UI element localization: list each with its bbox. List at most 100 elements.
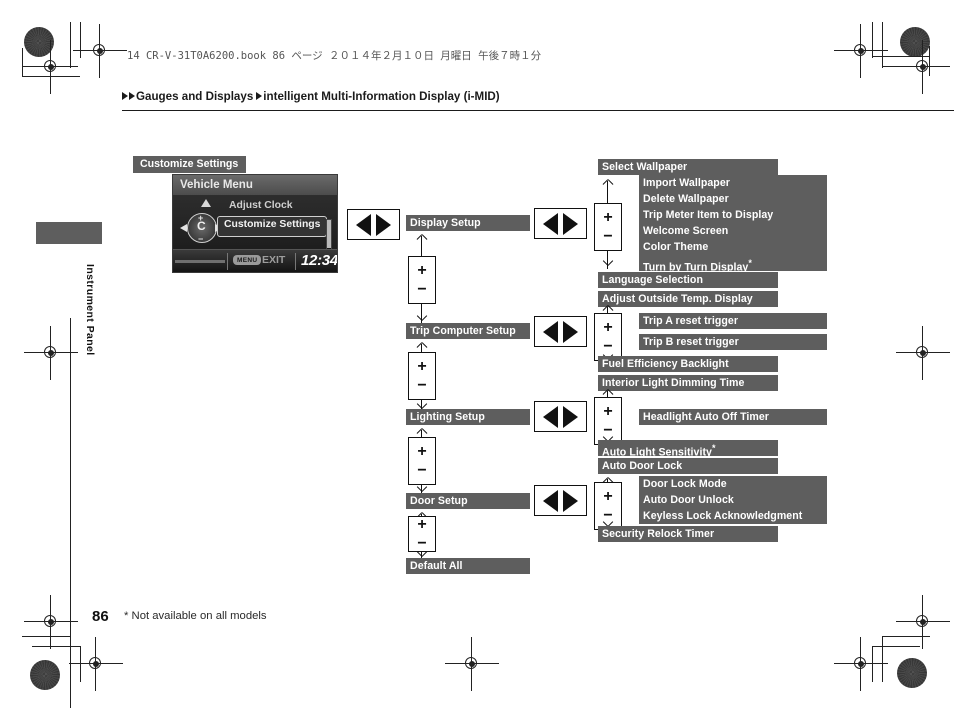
plus-label: + [417,442,427,460]
crop-mark-right-middle [896,326,950,380]
crop-line [882,636,930,637]
left-right-button-display-setup[interactable] [534,208,587,239]
crop-line [882,22,883,68]
crop-line [22,76,80,77]
menu-bar-display-setup[interactable]: Display Setup [406,215,530,231]
crop-mark-left-lower [24,595,78,649]
menu-button-icon: MENU [233,255,262,265]
side-rule [70,318,71,708]
crop-line [22,48,23,76]
crop-line [70,22,71,68]
left-right-button-mid[interactable] [347,209,400,240]
left-right-button-door-setup[interactable] [534,485,587,516]
menu-bar-auto-light-sensitivity[interactable]: Auto Light Sensitivity* [598,440,778,459]
crop-mark-top-right [834,24,888,78]
triangle-right-icon [563,320,578,343]
menu-bar-welcome-screen[interactable]: Welcome Screen [639,223,827,239]
mid-item-customize-settings: Customize Settings [217,216,327,237]
plus-minus-rocker-display[interactable]: + − [408,256,436,304]
menu-bar-trip-meter-item-to-display[interactable]: Trip Meter Item to Display [639,207,827,223]
plus-label: + [417,261,427,279]
crop-mark-bottom-center [445,637,499,691]
mid-footer-accent [175,260,225,263]
crop-line [882,636,883,682]
plus-minus-rocker-lighting[interactable]: + − [408,437,436,485]
crop-line [80,646,81,682]
breadcrumb-segment-1: Gauges and Displays [136,90,254,103]
mid-item-adjust-clock: Adjust Clock [229,200,293,211]
plus-label: + [603,208,613,226]
left-right-button-trip-computer-setup[interactable] [534,316,587,347]
triangle-left-icon [543,212,558,235]
crop-line [872,646,873,682]
menu-bar-security-relock-timer[interactable]: Security Relock Timer [598,526,778,542]
menu-bar-color-theme[interactable]: Color Theme [639,239,827,255]
menu-bar-trip-computer-setup[interactable]: Trip Computer Setup [406,323,530,339]
menu-bar-adjust-outside-temp-display[interactable]: Adjust Outside Temp. Display [598,291,778,307]
crop-mark-right-lower [896,595,950,649]
footnote-star: * [711,443,716,453]
menu-bar-select-wallpaper[interactable]: Select Wallpaper [598,159,778,175]
minus-label: − [603,227,613,245]
breadcrumb-arrow-icon [256,91,263,100]
menu-bar-headlight-auto-off-timer[interactable]: Headlight Auto Off Timer [639,409,827,425]
plus-minus-rocker-door[interactable]: + − [408,516,436,552]
menu-bar-trip-b-reset-trigger[interactable]: Trip B reset trigger [639,334,827,350]
menu-bar-delete-wallpaper[interactable]: Delete Wallpaper [639,191,827,207]
menu-bar-auto-door-unlock[interactable]: Auto Door Unlock [639,492,827,508]
crop-line [32,646,80,647]
header-divider [122,110,954,112]
triangle-left-icon [543,489,558,512]
menu-bar-turn-by-turn-display[interactable]: Turn by Turn Display* [639,255,827,274]
crop-line [22,66,70,67]
crop-mark-right-upper [896,40,950,94]
crop-line [882,66,930,67]
mid-selected-label: Customize Settings [224,219,321,230]
print-registration-dot-bottom-right [897,658,927,688]
menu-bar-keyless-lock-acknowledgment[interactable]: Keyless Lock Acknowledgment [639,508,827,524]
crop-mark-bottom-right [834,637,888,691]
plus-label: + [603,402,613,420]
breadcrumb: Gauges and Displays intelligent Multi-Inf… [122,90,500,103]
menu-bar-trip-a-reset-trigger[interactable]: Trip A reset trigger [639,313,827,329]
plus-label: + [603,487,613,505]
menu-bar-import-wallpaper[interactable]: Import Wallpaper [639,175,827,191]
print-file-header: 14 CR-V-31T0A6200.book 86 ページ ２０１４年２月１０日… [127,50,542,62]
plus-minus-rocker-headlight[interactable]: + − [594,397,622,445]
menu-bar-lighting-setup[interactable]: Lighting Setup [406,409,530,425]
crop-mark-bottom-left [69,637,123,691]
crop-mark-top-left [73,24,127,78]
footnote: * Not available on all models [124,610,267,622]
plus-minus-rocker-door-lock[interactable]: + − [594,482,622,530]
menu-bar-default-all[interactable]: Default All [406,558,530,574]
plus-minus-rocker-trip-computer[interactable]: + − [408,352,436,400]
menu-bar-door-setup[interactable]: Door Setup [406,493,530,509]
menu-bar-language-selection[interactable]: Language Selection [598,272,778,288]
minus-label: − [417,461,427,479]
plus-label: + [417,515,427,533]
breadcrumb-segment-2: intelligent Multi-Information Display (i… [263,90,500,103]
crop-line [872,646,920,647]
crop-mark-left-middle [24,326,78,380]
menu-bar-door-lock-mode[interactable]: Door Lock Mode [639,476,827,492]
plus-label: + [417,357,427,375]
knob-minus-label: − [198,234,204,244]
mid-clock: 12:34 [301,252,338,269]
menu-bar-interior-light-dimming-time[interactable]: Interior Light Dimming Time [598,375,778,391]
plus-minus-rocker-wallpaper[interactable]: + − [594,203,622,251]
breadcrumb-arrow-icon [122,91,128,100]
menu-bar-fuel-efficiency-backlight[interactable]: Fuel Efficiency Backlight [598,356,778,372]
crop-line [22,636,70,637]
left-right-button-lighting-setup[interactable] [534,401,587,432]
triangle-right-icon [563,212,578,235]
section-tab-marker [36,222,102,244]
menu-bar-auto-door-lock[interactable]: Auto Door Lock [598,458,778,474]
knob-left-triangle-icon [180,224,187,232]
connector-line [607,181,609,203]
plus-minus-rocker-trip-reset[interactable]: + − [594,313,622,361]
mid-footer-divider [227,253,228,270]
crop-line [929,46,930,76]
mid-exit-label: EXIT [262,254,286,266]
minus-label: − [417,534,427,552]
customize-settings-chip: Customize Settings [133,156,247,173]
